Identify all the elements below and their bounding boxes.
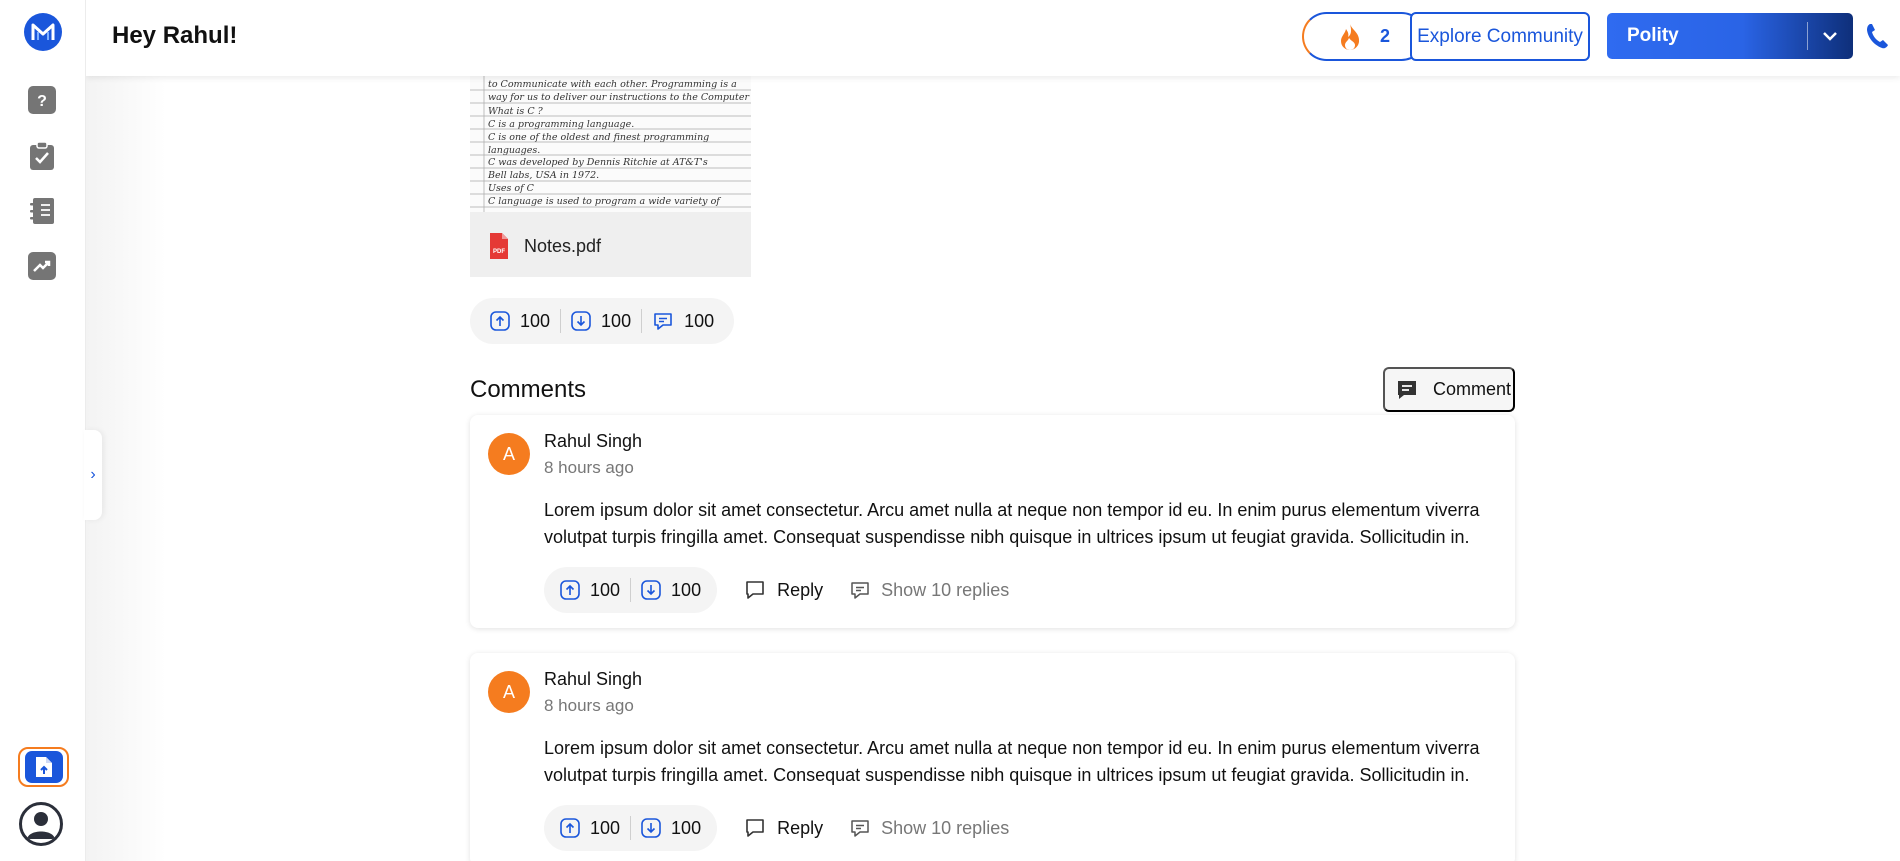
explore-community-button[interactable]: Explore Community	[1410, 12, 1590, 61]
comment-vote-bar: 100 100	[544, 805, 718, 851]
notes-line: C was developed by Dennis Ritchie at AT&…	[488, 157, 708, 168]
show-replies-button[interactable]: Show 10 replies	[849, 579, 1009, 601]
fire-icon	[1340, 23, 1360, 50]
notes-line: way for us to deliver our instructions t…	[488, 92, 750, 103]
replies-bubble-icon	[851, 820, 869, 837]
notes-thumbnail: to Communicate with each other. Programm…	[470, 76, 751, 212]
comment-downvote-count: 100	[671, 579, 702, 600]
comment-timestamp: 8 hours ago	[544, 696, 634, 715]
arrow-up-icon	[560, 580, 580, 600]
comment-vote-bar: 100 100	[544, 567, 718, 613]
comment-filled-icon	[1398, 380, 1416, 399]
pdf-file-icon: PDF	[490, 233, 508, 259]
subject-divider	[1807, 22, 1808, 50]
comment-actions: 100 100 Reply Show 10 replies	[544, 805, 1009, 851]
reply-button[interactable]: Reply	[743, 816, 823, 840]
upload-document-button[interactable]	[18, 747, 69, 787]
show-replies-label: Show 10 replies	[881, 817, 1010, 838]
comment-timestamp: 8 hours ago	[544, 458, 634, 477]
commenter-avatar[interactable]: A	[488, 671, 530, 713]
post-vote-bar: 100 100 100	[470, 298, 735, 344]
notebook-icon[interactable]	[28, 197, 56, 225]
comment-upvote-count: 100	[590, 579, 621, 600]
arrow-up-icon	[560, 818, 580, 838]
streak-badge[interactable]: 2	[1302, 12, 1426, 61]
commenter-avatar[interactable]: A	[488, 433, 530, 475]
notes-line: C is one of the oldest and finest progra…	[488, 132, 709, 143]
comment-downvote-button[interactable]: 100	[631, 580, 711, 601]
comment-downvote-button[interactable]: 100	[631, 818, 711, 839]
comment-upvote-button[interactable]: 100	[550, 818, 630, 839]
phone-icon[interactable]	[1865, 22, 1889, 50]
sidebar: ?	[0, 0, 86, 861]
svg-text:?: ?	[37, 93, 47, 109]
add-comment-label: Comment	[1433, 379, 1512, 399]
comment-body: Lorem ipsum dolor sit amet consectetur. …	[544, 738, 1480, 785]
attachment-file-name: Notes.pdf	[524, 235, 602, 256]
trending-chart-icon[interactable]	[28, 252, 56, 280]
notes-line: What is C ?	[488, 106, 544, 117]
arrow-down-icon	[641, 580, 661, 600]
question-icon[interactable]: ?	[28, 86, 56, 114]
comment-author[interactable]: Rahul Singh	[544, 431, 642, 452]
comment-card: A Rahul Singh 8 hours ago Lorem ipsum do…	[470, 415, 1515, 628]
reply-label: Reply	[777, 817, 824, 838]
notes-line: Bell labs, USA in 1972.	[487, 170, 599, 181]
chevron-down-icon	[1823, 32, 1837, 41]
show-replies-button[interactable]: Show 10 replies	[849, 817, 1009, 839]
comment-downvote-count: 100	[671, 817, 702, 838]
comment-body: Lorem ipsum dolor sit amet consectetur. …	[544, 500, 1480, 547]
add-comment-button[interactable]: Comment	[1383, 367, 1515, 412]
comment-bubble-icon	[654, 313, 672, 330]
comment-card: A Rahul Singh 8 hours ago Lorem ipsum do…	[470, 653, 1515, 861]
arrow-down-icon	[641, 818, 661, 838]
attachment-file[interactable]: PDF Notes.pdf	[488, 231, 601, 261]
top-header: Hey Rahul! 2 Explore Community Polity	[86, 0, 1900, 76]
comment-actions: 100 100 Reply Show 10 replies	[544, 567, 1009, 613]
comment-author[interactable]: Rahul Singh	[544, 669, 642, 690]
post-comments-button[interactable]: 100	[642, 310, 724, 332]
post-comments-count: 100	[684, 310, 715, 331]
show-replies-label: Show 10 replies	[881, 579, 1010, 600]
comments-heading: Comments	[470, 376, 587, 403]
post-upvote-button[interactable]: 100	[480, 311, 560, 332]
arrow-down-icon	[571, 311, 591, 331]
comment-upvote-button[interactable]: 100	[550, 580, 630, 601]
chevron-right-icon[interactable]: ›	[84, 430, 102, 520]
notes-line: languages.	[488, 145, 540, 156]
greeting-title: Hey Rahul!	[112, 22, 238, 49]
m-logo-icon[interactable]	[24, 13, 62, 51]
reply-button[interactable]: Reply	[743, 578, 823, 602]
streak-count: 2	[1379, 26, 1390, 46]
clipboard-check-icon[interactable]	[28, 141, 56, 170]
attachment-preview[interactable]: to Communicate with each other. Programm…	[470, 76, 751, 277]
reply-label: Reply	[777, 579, 824, 600]
user-avatar-icon[interactable]	[19, 802, 63, 846]
post-upvote-count: 100	[520, 310, 551, 331]
comment-upvote-count: 100	[590, 817, 621, 838]
replies-bubble-icon	[851, 582, 869, 599]
arrow-up-icon	[490, 311, 510, 331]
subject-selected-value: Polity	[1627, 25, 1679, 46]
notes-line: to Communicate with each other. Programm…	[488, 79, 737, 90]
notes-line: C language is used to program a wide var…	[488, 196, 721, 207]
upload-document-icon	[24, 751, 63, 783]
notes-line: Uses of C	[488, 183, 535, 194]
pdf-badge-label: PDF	[493, 249, 505, 255]
reply-bubble-icon	[746, 819, 764, 837]
subject-select[interactable]: Polity	[1607, 13, 1853, 59]
post-downvote-count: 100	[601, 310, 632, 331]
notes-line: C is a programming language.	[488, 119, 634, 130]
reply-bubble-icon	[746, 581, 764, 599]
post-downvote-button[interactable]: 100	[561, 311, 641, 332]
